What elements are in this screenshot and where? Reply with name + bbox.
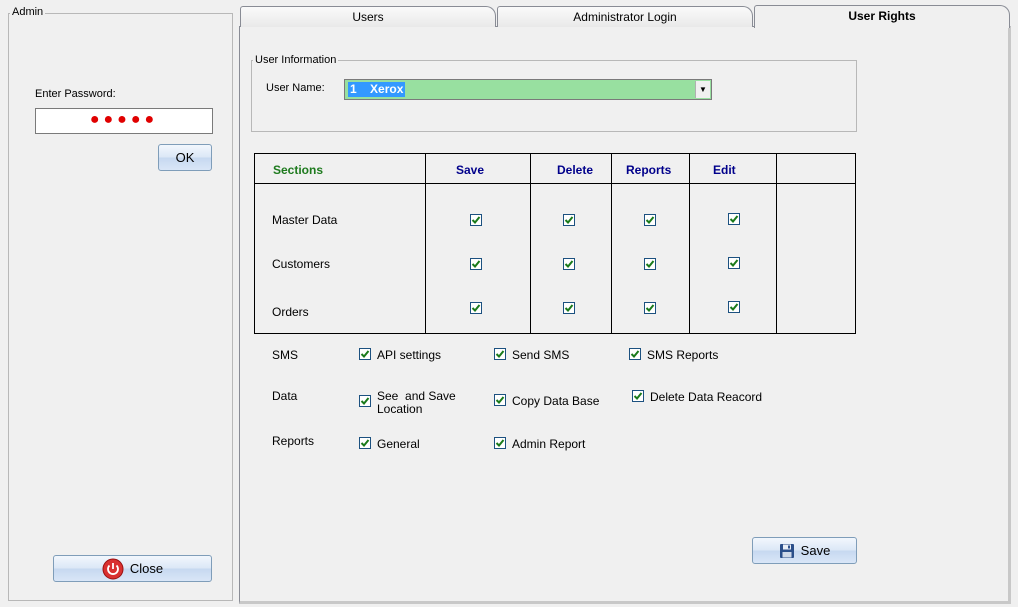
- close-button[interactable]: Close: [53, 555, 212, 582]
- copy-data-base-checkbox[interactable]: [494, 394, 506, 406]
- copy-data-base-label: Copy Data Base: [512, 394, 600, 408]
- header-reports: Reports: [626, 163, 672, 177]
- see-and-save-location-checkbox[interactable]: [359, 395, 371, 407]
- power-icon: [102, 558, 124, 580]
- header-delete: Delete: [557, 163, 594, 177]
- tab-administrator-login-label: Administrator Login: [573, 10, 677, 24]
- sms-reports-checkbox[interactable]: [629, 348, 641, 360]
- ok-button-label: OK: [175, 150, 195, 165]
- tab-users-label: Users: [352, 10, 384, 24]
- customers-edit-checkbox[interactable]: [728, 257, 740, 269]
- customers-save-checkbox[interactable]: [470, 258, 482, 270]
- orders-reports-checkbox[interactable]: [644, 302, 656, 314]
- api-settings-checkbox[interactable]: [359, 348, 371, 360]
- orders-edit-checkbox[interactable]: [728, 301, 740, 313]
- master-data-edit-checkbox[interactable]: [728, 213, 740, 225]
- general-checkbox[interactable]: [359, 437, 371, 449]
- row-label-orders: Orders: [272, 305, 309, 319]
- master-data-reports-checkbox[interactable]: [644, 214, 656, 226]
- see-and-save-location-label: See and Save Location: [377, 389, 460, 416]
- floppy-disk-icon: [779, 543, 795, 559]
- user-name-value: 1 Xerox: [348, 82, 406, 97]
- save-button[interactable]: Save: [752, 537, 857, 564]
- tab-users[interactable]: Users: [240, 6, 496, 27]
- delete-data-record-label: Delete Data Reacord: [650, 390, 763, 404]
- send-sms-label: Send SMS: [512, 348, 570, 362]
- master-data-save-checkbox[interactable]: [470, 214, 482, 226]
- save-button-label: Save: [800, 543, 831, 558]
- customers-delete-checkbox[interactable]: [563, 258, 575, 270]
- ok-button[interactable]: OK: [158, 144, 212, 171]
- admin-group-legend: Admin: [10, 6, 46, 18]
- orders-delete-checkbox[interactable]: [563, 302, 575, 314]
- master-data-delete-checkbox[interactable]: [563, 214, 575, 226]
- row-label-customers: Customers: [272, 257, 331, 271]
- user-name-combobox[interactable]: 1 Xerox ▼: [344, 79, 712, 100]
- data-label: Data: [272, 389, 298, 403]
- general-label: General: [377, 437, 420, 451]
- user-name-label: User Name:: [266, 82, 325, 94]
- customers-reports-checkbox[interactable]: [644, 258, 656, 270]
- permissions-grid: Sections Save Delete Reports Edit Master…: [254, 153, 856, 334]
- admin-report-checkbox[interactable]: [494, 437, 506, 449]
- sms-reports-label: SMS Reports: [647, 348, 719, 362]
- api-settings-label: API settings: [377, 348, 442, 362]
- delete-data-record-checkbox[interactable]: [632, 390, 644, 402]
- admin-report-label: Admin Report: [512, 437, 586, 451]
- header-sections: Sections: [273, 163, 324, 177]
- tab-administrator-login[interactable]: Administrator Login: [497, 6, 753, 27]
- user-information-legend: User Information: [253, 54, 339, 66]
- chevron-down-icon[interactable]: ▼: [695, 81, 710, 98]
- close-button-label: Close: [129, 561, 164, 576]
- password-input[interactable]: ●●●●●: [35, 108, 213, 134]
- row-label-master-data: Master Data: [272, 213, 338, 227]
- reports-label: Reports: [272, 434, 315, 448]
- password-label: Enter Password:: [35, 88, 116, 100]
- sms-label: SMS: [272, 348, 299, 362]
- header-edit: Edit: [713, 163, 736, 177]
- header-save: Save: [456, 163, 485, 177]
- tab-user-rights-label: User Rights: [848, 9, 916, 23]
- tab-user-rights[interactable]: User Rights: [754, 5, 1010, 28]
- orders-save-checkbox[interactable]: [470, 302, 482, 314]
- admin-group: [8, 13, 233, 601]
- send-sms-checkbox[interactable]: [494, 348, 506, 360]
